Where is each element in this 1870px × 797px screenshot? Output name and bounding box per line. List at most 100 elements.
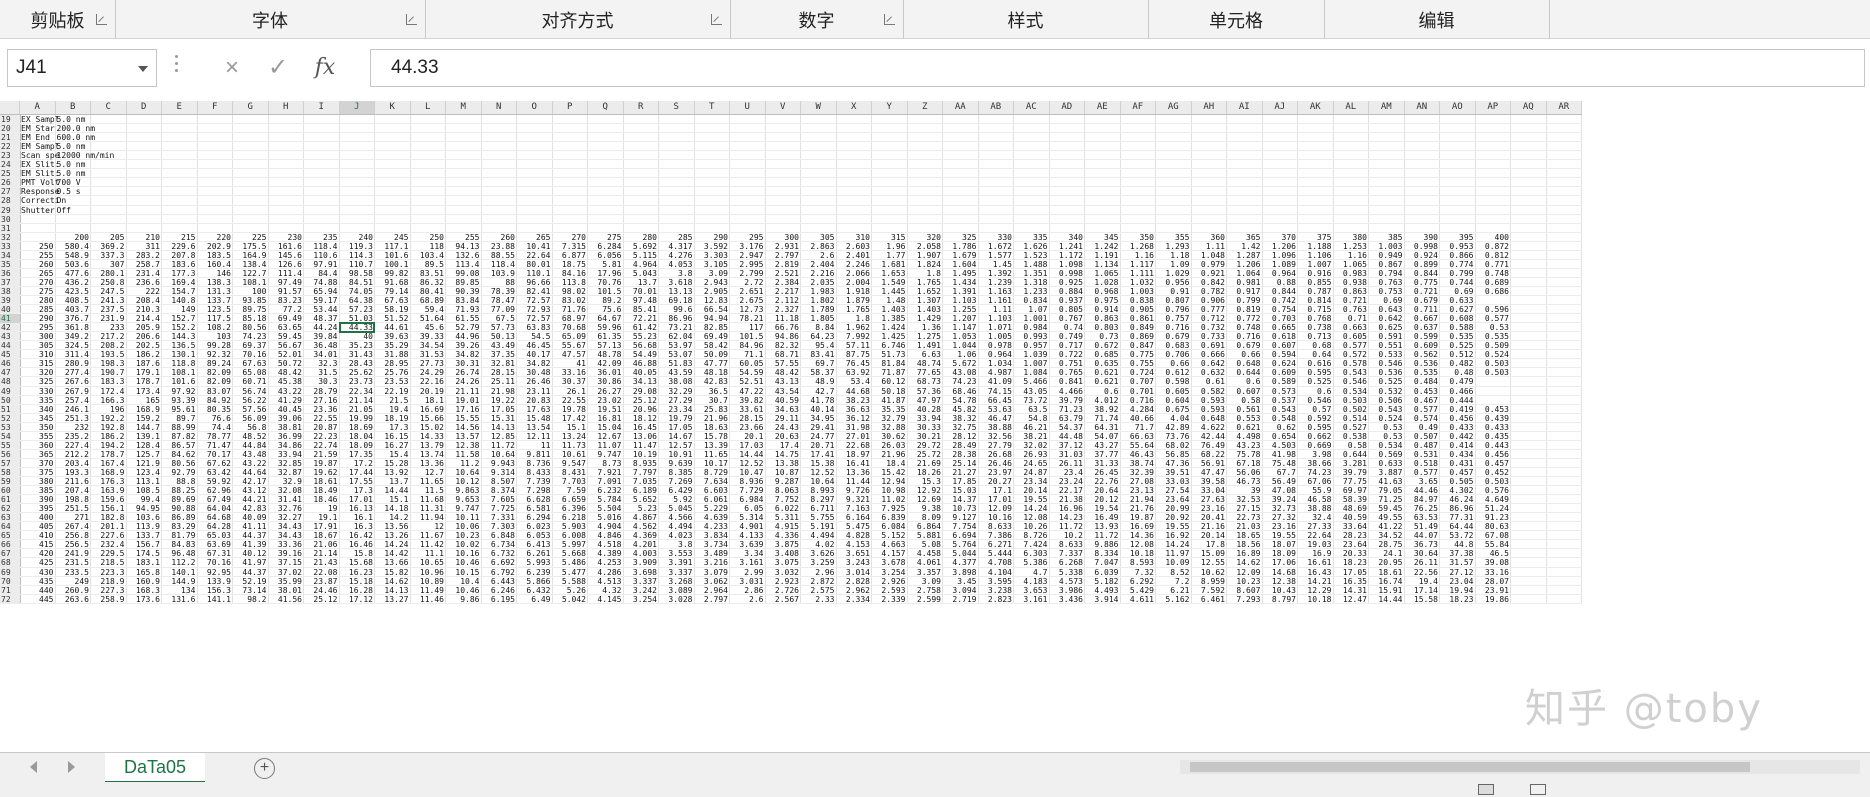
cell[interactable]: 236.6 [128, 278, 160, 287]
cell[interactable]: 335 [1015, 233, 1047, 242]
cell[interactable]: 0.444 [1441, 396, 1473, 405]
cell[interactable]: 64.31 [1086, 423, 1118, 432]
cell[interactable]: 8.729 [696, 468, 728, 477]
cell[interactable]: 30.31 [447, 359, 479, 368]
cell[interactable]: 20.83 [518, 396, 550, 405]
cell[interactable]: 24.43 [767, 423, 799, 432]
cell[interactable]: 34.13 [625, 377, 657, 386]
cell[interactable]: 263.6 [57, 595, 89, 604]
cell[interactable]: 0.679 [1157, 332, 1189, 341]
cell[interactable]: 1.191 [1086, 251, 1118, 260]
cell[interactable]: 92.32 [199, 350, 231, 359]
cell[interactable]: 223.3 [92, 568, 124, 577]
cell[interactable]: 80.01 [518, 260, 550, 269]
cell[interactable]: 4.7 [1015, 568, 1047, 577]
cell[interactable]: 305 [802, 233, 834, 242]
cell[interactable]: 33.64 [1335, 522, 1367, 531]
cell[interactable]: 18.09 [1264, 549, 1296, 558]
cell[interactable]: 24.87 [1015, 468, 1047, 477]
cell[interactable]: 35.29 [376, 341, 408, 350]
cell[interactable]: 88 [483, 278, 515, 287]
row-header[interactable]: 23 [0, 151, 20, 160]
cell[interactable]: 14.24 [1015, 504, 1047, 513]
cell[interactable]: 0.433 [1477, 423, 1509, 432]
cell[interactable]: 103.4 [412, 251, 444, 260]
cell[interactable]: 4.02 [802, 540, 834, 549]
cell[interactable]: 6.039 [1086, 568, 1118, 577]
cell[interactable]: 31.98 [838, 423, 870, 432]
cell[interactable]: PMT Volt [21, 178, 60, 187]
cell[interactable]: 205.9 [128, 323, 160, 332]
cell[interactable]: 69.49 [696, 332, 728, 341]
cell[interactable]: 380 [1335, 233, 1367, 242]
cell[interactable]: 0.588 [1441, 323, 1473, 332]
cell[interactable]: 1.11 [1193, 242, 1225, 251]
cell[interactable]: 15.02 [412, 423, 444, 432]
cell[interactable]: 55.67 [554, 341, 586, 350]
cell[interactable]: 305 [21, 341, 53, 350]
cell[interactable]: 2.819 [767, 260, 799, 269]
cell[interactable]: 0.599 [1406, 332, 1438, 341]
cell[interactable]: 1.003 [1370, 242, 1402, 251]
cell[interactable]: 1.207 [944, 314, 976, 323]
cell[interactable]: 11.73 [554, 441, 586, 450]
row-header[interactable]: 72 [0, 595, 20, 604]
cell[interactable]: 10.91 [660, 450, 692, 459]
cell[interactable]: 56.68 [625, 341, 657, 350]
cell[interactable]: 5.881 [909, 531, 941, 540]
cell[interactable]: 251.3 [57, 414, 89, 423]
cell[interactable]: 0.866 [1441, 251, 1473, 260]
cell[interactable]: 131.3 [199, 287, 231, 296]
cell[interactable]: 265 [518, 233, 550, 242]
cell[interactable]: 2.112 [767, 296, 799, 305]
cell[interactable]: 6.628 [518, 495, 550, 504]
cell[interactable]: 54.07 [1086, 432, 1118, 441]
cell[interactable]: 13.7 [625, 278, 657, 287]
cell[interactable]: 88.55 [483, 251, 515, 260]
cell[interactable]: 3.259 [802, 558, 834, 567]
cell[interactable]: 33.16 [554, 368, 586, 377]
cell[interactable]: 16.46 [341, 540, 373, 549]
cell[interactable]: 5.755 [802, 513, 834, 522]
cell[interactable]: 19.87 [1122, 513, 1154, 522]
cell[interactable]: 83.41 [802, 350, 834, 359]
cell[interactable]: 325 [21, 377, 53, 386]
cell[interactable]: 5.0 nm [57, 160, 90, 169]
cell[interactable]: 2.216 [802, 269, 834, 278]
cell[interactable]: 134 [163, 586, 195, 595]
cell[interactable]: 7.739 [518, 477, 550, 486]
cell[interactable]: 0.524 [1477, 350, 1509, 359]
cell[interactable]: 56.91 [1193, 459, 1225, 468]
cell[interactable]: 9.38 [909, 504, 941, 513]
cell[interactable]: 13.54 [518, 423, 550, 432]
cell[interactable]: 0.546 [1335, 377, 1367, 386]
cell[interactable]: 19.55 [1015, 495, 1047, 504]
cell[interactable]: 71.87 [873, 368, 905, 377]
cell[interactable]: 80.35 [199, 405, 231, 414]
cell[interactable]: 75.6 [589, 305, 621, 314]
cell[interactable]: 40.59 [1335, 513, 1367, 522]
cell[interactable]: 4.663 [873, 540, 905, 549]
spreadsheet-grid[interactable]: A B C D E F G H I J K L M N O P Q R S T U V W X Y Z AA AB AC AD AE AF AG… [0, 101, 1870, 752]
cell[interactable]: EX Slit: [21, 160, 60, 169]
cell[interactable]: 320 [21, 368, 53, 377]
cell[interactable]: 44.68 [838, 387, 870, 396]
cell[interactable]: 18.97 [838, 450, 870, 459]
cell[interactable]: 43.54 [767, 387, 799, 396]
cell[interactable]: 280 [625, 233, 657, 242]
cell[interactable]: 54.59 [731, 368, 763, 377]
cell[interactable]: 1.089 [1264, 260, 1296, 269]
cell[interactable]: 6.461 [1193, 595, 1225, 604]
cell[interactable]: 55.84 [1477, 540, 1509, 549]
cell[interactable]: 44.48 [1051, 432, 1083, 441]
cell[interactable]: 26.45 [1086, 468, 1118, 477]
cell[interactable]: 7.703 [554, 477, 586, 486]
cell[interactable]: 21.14 [305, 549, 337, 558]
cell[interactable]: 249 [57, 577, 89, 586]
cell[interactable]: 13.26 [376, 531, 408, 540]
cell[interactable]: 77.2 [270, 305, 302, 314]
cell[interactable]: 285 [660, 233, 692, 242]
cell[interactable]: 14.2 [376, 513, 408, 522]
cell[interactable]: 38.92 [1086, 405, 1118, 414]
cell[interactable]: 39.26 [447, 341, 479, 350]
